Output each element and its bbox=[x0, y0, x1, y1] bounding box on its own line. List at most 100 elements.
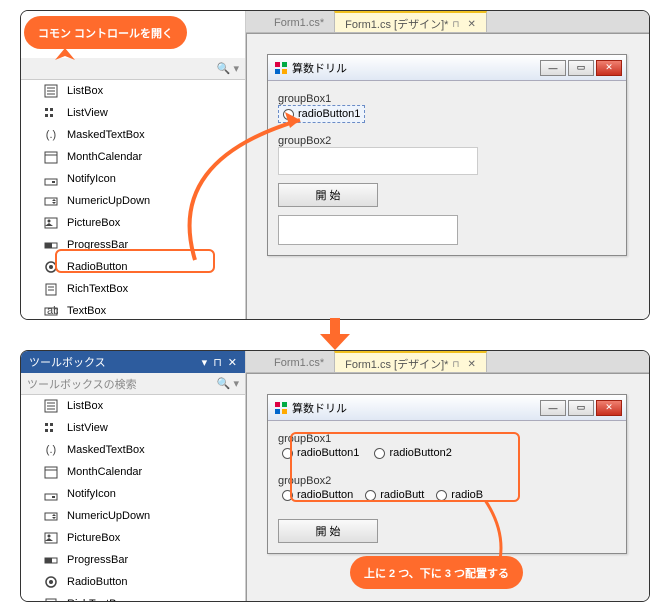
toolbox-item-label: ListBox bbox=[67, 85, 103, 97]
close-button[interactable]: ✕ bbox=[596, 400, 622, 416]
groupbox1-area[interactable]: radioButton1 radioButton2 bbox=[278, 445, 616, 469]
groupbox1-area[interactable]: radioButton1 bbox=[278, 105, 616, 129]
numericupdown-icon bbox=[43, 193, 59, 209]
radio-button-3[interactable]: radioButton bbox=[278, 487, 357, 503]
toolbox-list-top: ListBox ListView (.) MaskedTextBox MonthC… bbox=[21, 80, 245, 320]
radio-label: radioButton bbox=[297, 489, 353, 501]
toolbox-item-radiobutton[interactable]: RadioButton bbox=[21, 256, 245, 278]
radio-button-4[interactable]: radioButt bbox=[361, 487, 428, 503]
design-canvas[interactable]: 算数ドリル — ▭ ✕ groupBox1 radioButton1 group… bbox=[246, 33, 649, 319]
toolbox-item-numericupdown[interactable]: NumericUpDown bbox=[21, 505, 245, 527]
radio-button-2[interactable]: radioButton2 bbox=[370, 445, 455, 461]
toolbox-item-maskedtextbox[interactable]: (.)MaskedTextBox bbox=[21, 439, 245, 461]
richtextbox-icon bbox=[43, 596, 59, 602]
form-body: groupBox1 radioButton1 radioButton2 grou… bbox=[268, 421, 626, 553]
toolbox-item-richtextbox[interactable]: RichTextBox bbox=[21, 278, 245, 300]
radio-circle-icon bbox=[374, 448, 385, 459]
form-window[interactable]: 算数ドリル — ▭ ✕ groupBox1 radioButton1 group… bbox=[267, 54, 627, 256]
designer-area: Form1.cs* Form1.cs [デザイン]*⊓✕ 算数ドリル — ▭ ✕ bbox=[246, 11, 649, 319]
radio-label: radioButt bbox=[380, 489, 424, 501]
radio-label: radioButton1 bbox=[297, 447, 359, 459]
toolbox-item-notifyicon[interactable]: NotifyIcon bbox=[21, 168, 245, 190]
groupbox2-label: groupBox2 bbox=[278, 475, 616, 487]
tab-code[interactable]: Form1.cs* bbox=[264, 351, 334, 372]
progressbar-icon bbox=[43, 552, 59, 568]
toolbox-item-label: ListView bbox=[67, 107, 108, 119]
picturebox-icon bbox=[43, 215, 59, 231]
toolbox-item-listbox[interactable]: ListBox bbox=[21, 395, 245, 417]
toolbox-item-listview[interactable]: ListView bbox=[21, 417, 245, 439]
radio-button-1[interactable]: radioButton1 bbox=[278, 105, 365, 123]
dropdown-icon[interactable]: ▾ bbox=[202, 356, 208, 369]
search-icon[interactable]: 🔍 ▾ bbox=[217, 62, 239, 75]
radio-circle-icon bbox=[282, 448, 293, 459]
form-app-icon bbox=[274, 61, 288, 75]
toolbox-item-label: ListView bbox=[67, 422, 108, 434]
toolbox-item-label: ProgressBar bbox=[67, 554, 128, 566]
minimize-button[interactable]: — bbox=[540, 60, 566, 76]
toolbox-item-notifyicon[interactable]: NotifyIcon bbox=[21, 483, 245, 505]
search-icon[interactable]: 🔍 ▾ bbox=[217, 377, 239, 390]
toolbox-panel: ... 🔍 ▾ ListBox ListView (.) MaskedTextBo… bbox=[21, 11, 246, 319]
toolbox-item-label: MaskedTextBox bbox=[67, 129, 145, 141]
toolbox-item-label: TextBox bbox=[67, 305, 106, 317]
toolbox-item-listview[interactable]: ListView bbox=[21, 102, 245, 124]
toolbox-item-label: RadioButton bbox=[67, 261, 128, 273]
groupbox2-area[interactable] bbox=[278, 147, 478, 175]
radio-button-1[interactable]: radioButton1 bbox=[278, 445, 363, 461]
maskedtextbox-icon: (.) bbox=[43, 127, 59, 143]
pin-icon[interactable]: ⊓ bbox=[452, 359, 459, 370]
toolbox-item-maskedtextbox[interactable]: (.) MaskedTextBox bbox=[21, 124, 245, 146]
form-window[interactable]: 算数ドリル — ▭ ✕ groupBox1 radioButton1 radio… bbox=[267, 394, 627, 554]
maximize-button[interactable]: ▭ bbox=[568, 60, 594, 76]
minimize-button[interactable]: — bbox=[540, 400, 566, 416]
maskedtextbox-icon: (.) bbox=[43, 442, 59, 458]
toolbox-item-textbox[interactable]: abl TextBox bbox=[21, 300, 245, 320]
close-icon[interactable]: ✕ bbox=[467, 359, 475, 370]
toolbox-item-picturebox[interactable]: PictureBox bbox=[21, 212, 245, 234]
monthcalendar-icon bbox=[43, 149, 59, 165]
progressbar-icon bbox=[43, 237, 59, 253]
groupbox2-area[interactable]: radioButton radioButt radioB bbox=[278, 487, 616, 511]
toolbox-item-numericupdown[interactable]: NumericUpDown bbox=[21, 190, 245, 212]
toolbox-item-progressbar[interactable]: ProgressBar bbox=[21, 549, 245, 571]
radiobutton-icon bbox=[43, 259, 59, 275]
close-icon[interactable]: ✕ bbox=[228, 356, 237, 369]
notifyicon-icon bbox=[43, 486, 59, 502]
toolbox-item-progressbar[interactable]: ProgressBar bbox=[21, 234, 245, 256]
toolbox-search-row: ... 🔍 ▾ bbox=[21, 58, 245, 80]
toolbox-item-listbox[interactable]: ListBox bbox=[21, 80, 245, 102]
toolbox-item-monthcalendar[interactable]: MonthCalendar bbox=[21, 461, 245, 483]
toolbox-item-monthcalendar[interactable]: MonthCalendar bbox=[21, 146, 245, 168]
toolbox-search[interactable]: ツールボックスの検索 🔍 ▾ bbox=[21, 373, 245, 395]
tab-label: Form1.cs* bbox=[274, 17, 324, 29]
tab-design[interactable]: Form1.cs [デザイン]*⊓✕ bbox=[334, 351, 487, 372]
close-button[interactable]: ✕ bbox=[596, 60, 622, 76]
button-label: 開 始 bbox=[315, 523, 340, 539]
pin-icon[interactable]: ⊓ bbox=[452, 19, 459, 30]
maximize-button[interactable]: ▭ bbox=[568, 400, 594, 416]
toolbox-item-label: PictureBox bbox=[67, 217, 120, 229]
toolbox-header: ツールボックス ▾ ⊓ ✕ bbox=[21, 351, 245, 373]
toolbox-item-radiobutton[interactable]: RadioButton bbox=[21, 571, 245, 593]
radio-button-5[interactable]: radioB bbox=[432, 487, 487, 503]
pin-icon[interactable]: ⊓ bbox=[213, 356, 222, 369]
toolbox-item-label: RichTextBox bbox=[67, 598, 128, 602]
toolbox-item-richtextbox[interactable]: RichTextBox bbox=[21, 593, 245, 602]
radio-circle-icon bbox=[283, 109, 294, 120]
start-button[interactable]: 開 始 bbox=[278, 183, 378, 207]
form-body: groupBox1 radioButton1 groupBox2 開 始 bbox=[268, 81, 626, 255]
toolbox-item-label: NumericUpDown bbox=[67, 510, 150, 522]
form-app-icon bbox=[274, 401, 288, 415]
radiobutton-icon bbox=[43, 574, 59, 590]
tab-code[interactable]: Form1.cs* bbox=[264, 11, 334, 32]
start-button[interactable]: 開 始 bbox=[278, 519, 378, 543]
textbox-icon: abl bbox=[43, 303, 59, 319]
radio-circle-icon bbox=[436, 490, 447, 501]
toolbox-item-picturebox[interactable]: PictureBox bbox=[21, 527, 245, 549]
close-icon[interactable]: ✕ bbox=[467, 19, 475, 30]
tab-design[interactable]: Form1.cs [デザイン]*⊓✕ bbox=[334, 11, 487, 32]
top-screenshot: ... 🔍 ▾ ListBox ListView (.) MaskedTextBo… bbox=[20, 10, 650, 320]
toolbox-title: ツールボックス bbox=[29, 354, 106, 370]
radio-label: radioB bbox=[451, 489, 483, 501]
